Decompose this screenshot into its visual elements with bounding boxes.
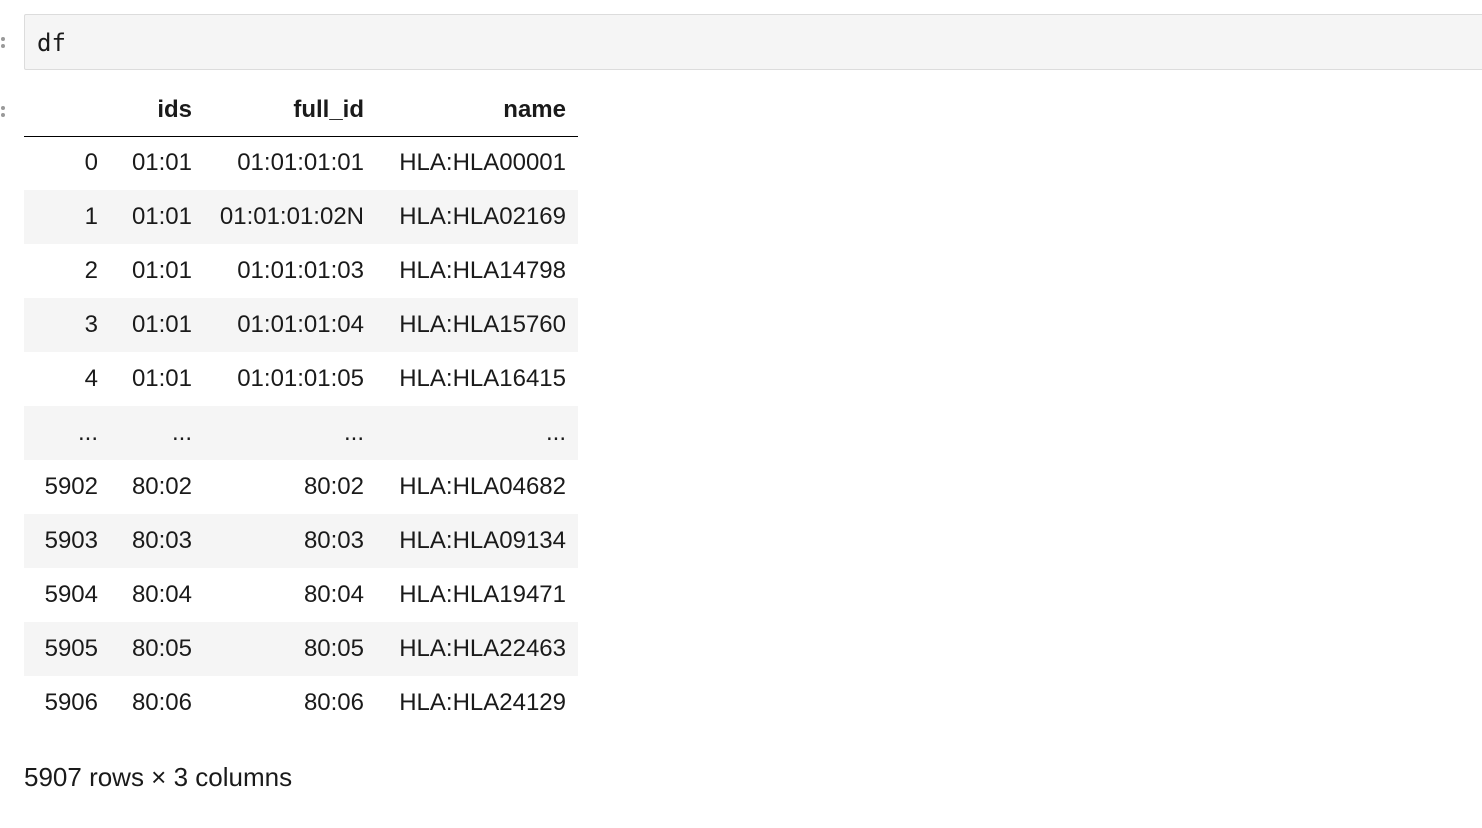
cell-ids: 01:01 bbox=[131, 257, 192, 284]
row-index: 1 bbox=[84, 203, 98, 230]
table-row: 5905 80:05 80:05 HLA:HLA22463 bbox=[24, 622, 578, 676]
row-index: 4 bbox=[84, 365, 98, 392]
row-index: 0 bbox=[84, 149, 98, 177]
table-row: 4 01:01 01:01:01:05 HLA:HLA16415 bbox=[24, 352, 578, 406]
table-header-row: ids full_id name bbox=[24, 84, 578, 137]
cell-full-id: 01:01:01:03 bbox=[237, 257, 364, 284]
column-header-full-id: full_id bbox=[204, 84, 376, 137]
table-row: 5904 80:04 80:04 HLA:HLA19471 bbox=[24, 568, 578, 622]
input-cell-drag-handle-icon[interactable] bbox=[1, 37, 7, 51]
row-index: 5904 bbox=[44, 581, 98, 608]
cell-name: HLA:HLA16415 bbox=[399, 365, 566, 392]
row-index: 5902 bbox=[44, 473, 98, 500]
cell-output: ids full_id name 0 01:01 01:01:01:01 HLA… bbox=[24, 84, 578, 730]
cell-ids: 80:05 bbox=[131, 635, 192, 662]
row-index: 3 bbox=[84, 311, 98, 338]
table-row: 5902 80:02 80:02 HLA:HLA04682 bbox=[24, 460, 578, 514]
cell-name: HLA:HLA00001 bbox=[399, 149, 566, 177]
cell-full-id: 01:01:01:01 bbox=[237, 149, 364, 177]
cell-name: HLA:HLA14798 bbox=[399, 257, 566, 284]
cell-ids: ... bbox=[171, 419, 192, 446]
code-text[interactable]: df bbox=[37, 29, 66, 57]
cell-ids: 80:04 bbox=[131, 581, 192, 608]
cell-full-id: 80:02 bbox=[303, 473, 364, 500]
cell-name: HLA:HLA24129 bbox=[399, 689, 566, 716]
table-row: 2 01:01 01:01:01:03 HLA:HLA14798 bbox=[24, 244, 578, 298]
cell-name: HLA:HLA15760 bbox=[399, 311, 566, 338]
ellipsis-row: ... ... ... ... bbox=[24, 406, 578, 460]
cell-name: ... bbox=[545, 419, 566, 446]
cell-full-id: ... bbox=[343, 419, 364, 446]
cell-full-id: 80:04 bbox=[303, 581, 364, 608]
dataframe-table: ids full_id name 0 01:01 01:01:01:01 HLA… bbox=[24, 84, 578, 730]
table-row: 1 01:01 01:01:01:02N HLA:HLA02169 bbox=[24, 190, 578, 244]
index-column-header bbox=[24, 84, 110, 137]
cell-full-id: 01:01:01:04 bbox=[237, 311, 364, 338]
table-row: 3 01:01 01:01:01:04 HLA:HLA15760 bbox=[24, 298, 578, 352]
cell-ids: 80:06 bbox=[131, 689, 192, 716]
cell-ids: 80:02 bbox=[131, 473, 192, 500]
cell-name: HLA:HLA02169 bbox=[399, 203, 566, 230]
cell-full-id: 80:05 bbox=[303, 635, 364, 662]
output-cell-drag-handle-icon[interactable] bbox=[1, 106, 7, 120]
row-index: 5903 bbox=[44, 527, 98, 554]
cell-name: HLA:HLA04682 bbox=[399, 473, 566, 500]
column-header-name: name bbox=[376, 84, 578, 137]
table-row: 5903 80:03 80:03 HLA:HLA09134 bbox=[24, 514, 578, 568]
row-index: 5906 bbox=[44, 689, 98, 716]
column-header-ids: ids bbox=[110, 84, 204, 137]
row-index: 5905 bbox=[44, 635, 98, 662]
code-cell-input[interactable]: df bbox=[24, 14, 1482, 70]
table-row: 0 01:01 01:01:01:01 HLA:HLA00001 bbox=[24, 136, 578, 190]
row-index: 2 bbox=[84, 257, 98, 284]
cell-full-id: 01:01:01:02N bbox=[219, 203, 364, 230]
cell-name: HLA:HLA09134 bbox=[399, 527, 566, 554]
cell-ids: 80:03 bbox=[131, 527, 192, 554]
cell-ids: 01:01 bbox=[131, 149, 192, 177]
cell-ids: 01:01 bbox=[131, 311, 192, 338]
cell-ids: 01:01 bbox=[131, 365, 192, 392]
cell-full-id: 01:01:01:05 bbox=[237, 365, 364, 392]
cell-full-id: 80:06 bbox=[303, 689, 364, 716]
cell-name: HLA:HLA19471 bbox=[399, 581, 566, 608]
row-index: ... bbox=[77, 419, 98, 446]
cell-ids: 01:01 bbox=[131, 203, 192, 230]
cell-name: HLA:HLA22463 bbox=[399, 635, 566, 662]
table-row: 5906 80:06 80:06 HLA:HLA24129 bbox=[24, 676, 578, 730]
dataframe-shape-summary: 5907 rows × 3 columns bbox=[24, 762, 293, 792]
cell-full-id: 80:03 bbox=[303, 527, 364, 554]
